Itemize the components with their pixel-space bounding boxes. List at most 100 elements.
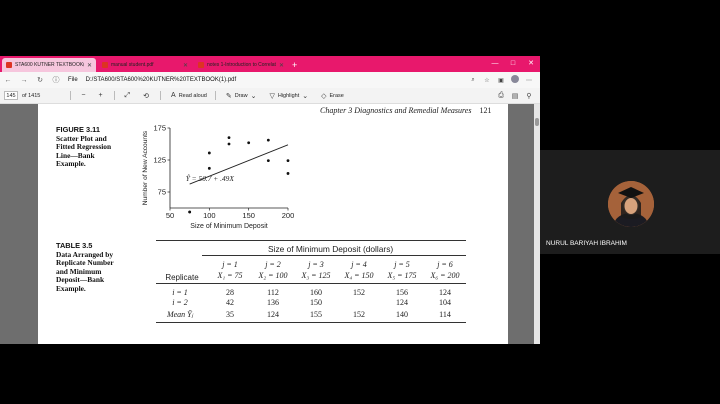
highlight-label: Highlight	[277, 92, 300, 99]
close-icon[interactable]: ✕	[279, 62, 284, 69]
tab-label: manual student.pdf	[111, 62, 154, 68]
search-icon[interactable]: ⌕	[466, 77, 480, 84]
figure-number: FIGURE 3.11	[56, 125, 100, 134]
data-point	[227, 142, 231, 146]
pen-icon: ✎	[225, 92, 232, 100]
chevron-down-icon[interactable]: ⌄	[302, 92, 308, 100]
rotate-button[interactable]: ⟲	[143, 92, 152, 100]
save-icon[interactable]: ▤	[508, 92, 522, 100]
table-cell: 124	[267, 310, 279, 319]
data-point	[286, 172, 290, 175]
table-cell: 28	[226, 288, 234, 297]
url-field[interactable]: D:/STA600/STA600%20KUTNER%20TEXTBOOK(1).…	[86, 77, 237, 83]
screen: STA600 KUTNER TEXTBOOK(1).p ✕ manual stu…	[0, 0, 720, 404]
x-tick-label: 50	[166, 211, 174, 220]
column-header-x: X₅ = 175	[387, 271, 417, 280]
pin-icon[interactable]: ⚲	[522, 92, 536, 100]
tab-label: STA600 KUTNER TEXTBOOK(1).p	[15, 62, 84, 68]
table-cell: 155	[310, 310, 322, 319]
column-header-x: X₃ = 125	[301, 271, 331, 280]
profile-icon[interactable]	[508, 75, 522, 85]
table-cell: 160	[310, 288, 322, 297]
tab-notes-correlation[interactable]: notes 1-Introduction to Correlat ✕	[194, 58, 288, 72]
column-header-x: X₂ = 100	[258, 271, 288, 280]
collections-icon[interactable]: ▣	[494, 77, 508, 84]
new-tab-button[interactable]: +	[292, 58, 297, 72]
table-cell: 112	[267, 288, 279, 297]
speaker-icon: A	[171, 92, 176, 99]
table-cell: 140	[396, 310, 408, 319]
back-icon[interactable]: ←	[0, 77, 16, 84]
window-controls: — □ ✕	[486, 56, 540, 72]
fit-page-button[interactable]: ⤢	[125, 92, 134, 100]
column-header-j: j = 3	[308, 260, 324, 269]
table-cell: 124	[439, 288, 451, 297]
pdf-icon	[198, 62, 204, 68]
table-cell: 42	[226, 298, 234, 307]
page-total: of 1415	[22, 92, 41, 99]
refresh-icon[interactable]: ↻	[32, 76, 48, 84]
minimize-button[interactable]: —	[486, 56, 504, 72]
table-caption: TABLE 3.5 Data Arranged by Replicate Num…	[56, 241, 126, 294]
pdf-icon	[102, 62, 108, 68]
row-label: i = 1	[172, 288, 188, 297]
maximize-button[interactable]: □	[504, 56, 522, 72]
participant-name: NURUL BARIYAH IBRAHIM	[546, 240, 627, 247]
column-header-j: j = 6	[437, 260, 453, 269]
print-icon[interactable]: ⎙	[494, 92, 508, 100]
table-title: Size of Minimum Deposit (dollars)	[268, 244, 394, 254]
erase-label: Erase	[329, 92, 344, 99]
chevron-down-icon[interactable]: ⌄	[251, 92, 257, 100]
tab-kutner-textbook[interactable]: STA600 KUTNER TEXTBOOK(1).p ✕	[2, 58, 96, 72]
page-number-input[interactable]: 145	[4, 91, 18, 100]
column-header-j: j = 1	[222, 260, 238, 269]
favorite-icon[interactable]: ☆	[480, 77, 494, 84]
participant-avatar	[608, 181, 654, 227]
zoom-in-button[interactable]: +	[98, 92, 105, 99]
close-icon[interactable]: ✕	[183, 62, 188, 69]
close-icon[interactable]: ✕	[87, 62, 92, 69]
read-aloud-button[interactable]: A Read aloud	[171, 92, 207, 99]
fit-page-icon: ⤢	[124, 91, 131, 99]
table-cell: 150	[310, 298, 322, 307]
close-window-button[interactable]: ✕	[522, 56, 540, 72]
data-point	[266, 138, 270, 142]
draw-button[interactable]: ✎ Draw ⌄	[226, 92, 260, 100]
scatter-plot: 50 100 150 200 75 125 175 Size of Minimum Depos…	[142, 124, 295, 231]
figure-caption-text: Scatter Plot and Fitted Regression Line—…	[56, 133, 112, 169]
erase-button[interactable]: ◇ Erase	[321, 92, 344, 100]
running-head-text: Chapter 3 Diagnostics and Remedial Measu…	[320, 106, 472, 115]
x-axis-label: Size of Minimum Deposit	[190, 223, 267, 230]
table-cell: 104	[439, 298, 451, 307]
column-header-j: j = 2	[265, 260, 281, 269]
plus-icon: +	[98, 92, 103, 99]
x-tick-label: 200	[282, 211, 295, 220]
row-label: Mean Ȳⱼ	[166, 310, 194, 319]
scrollbar-thumb[interactable]	[535, 118, 539, 126]
eraser-icon: ◇	[321, 92, 327, 100]
x-tick-label: 150	[242, 211, 255, 220]
table-top-rule	[156, 240, 466, 241]
y-axis-label: Number of New Accounts	[142, 130, 149, 205]
table-mid-rule	[156, 283, 466, 284]
data-point	[188, 210, 192, 214]
table-cell: 152	[353, 310, 365, 319]
tab-manual-student[interactable]: manual student.pdf ✕	[98, 58, 192, 72]
running-head: Chapter 3 Diagnostics and Remedial Measu…	[320, 106, 491, 115]
column-header-x: X₁ = 75	[217, 271, 243, 280]
tab-bar: STA600 KUTNER TEXTBOOK(1).p ✕ manual stu…	[0, 56, 540, 72]
divider	[113, 91, 115, 100]
row-label: i = 2	[172, 298, 188, 307]
pdf-toolbar-right: ⎙ ▤ ⚲	[494, 92, 536, 100]
y-tick-label: 175	[153, 124, 166, 133]
info-icon[interactable]: ⓘ	[48, 75, 64, 85]
replicate-header: Replicate	[165, 273, 199, 282]
file-label: File	[68, 77, 78, 83]
more-icon[interactable]: ⋯	[522, 77, 536, 84]
column-header-j: j = 5	[394, 260, 410, 269]
highlight-button[interactable]: ▽ Highlight ⌄	[269, 92, 311, 100]
forward-icon[interactable]: →	[16, 77, 32, 84]
x-tick-label: 100	[203, 211, 216, 220]
zoom-out-button[interactable]: −	[81, 92, 88, 99]
column-header-x: X₆ = 200	[430, 271, 460, 280]
